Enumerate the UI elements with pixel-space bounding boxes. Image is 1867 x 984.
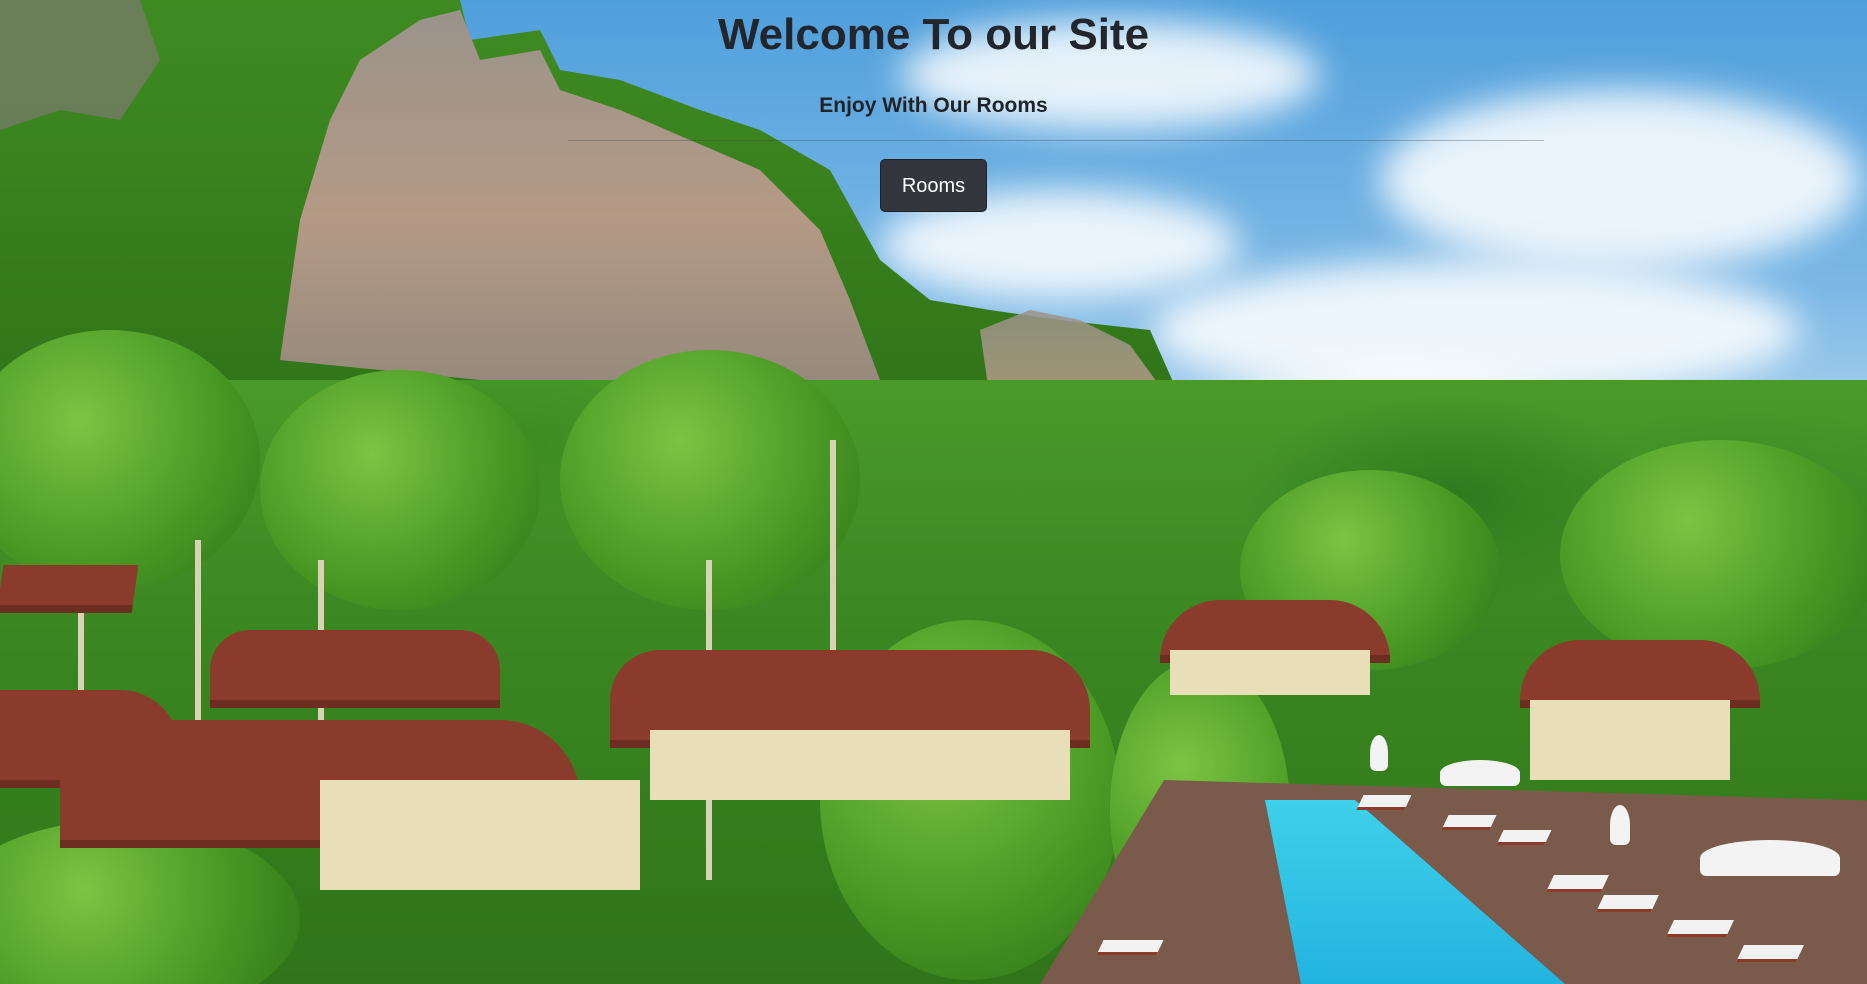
parasol [1700, 840, 1840, 876]
parasol [1610, 805, 1630, 845]
divider [568, 140, 1544, 141]
rooms-button[interactable]: Rooms [880, 159, 987, 212]
parasol [1370, 735, 1388, 771]
sun-lounger [1356, 795, 1412, 810]
sun-lounger [1736, 945, 1804, 962]
tree [1560, 440, 1867, 670]
sun-lounger [1546, 875, 1609, 892]
villa-roof [210, 630, 500, 708]
palm-trunk [195, 540, 201, 720]
villa-wall [1530, 700, 1730, 780]
sun-lounger [1496, 830, 1552, 845]
page: Welcome To our Site Enjoy With Our Rooms… [0, 0, 1867, 984]
tree [260, 370, 540, 610]
sun-lounger [1596, 895, 1659, 912]
villa-roof [0, 565, 139, 613]
hero-background-image [0, 0, 1867, 984]
villa-wall [1170, 650, 1370, 695]
villa-wall [320, 780, 640, 890]
villa-roof [1520, 640, 1760, 708]
sun-lounger [1096, 940, 1164, 955]
parasol [1440, 760, 1520, 786]
villa-wall [650, 730, 1070, 800]
sun-lounger [1441, 815, 1497, 830]
page-title: Welcome To our Site [717, 10, 1150, 59]
page-subtitle: Enjoy With Our Rooms [819, 94, 1048, 117]
sun-lounger [1666, 920, 1734, 937]
